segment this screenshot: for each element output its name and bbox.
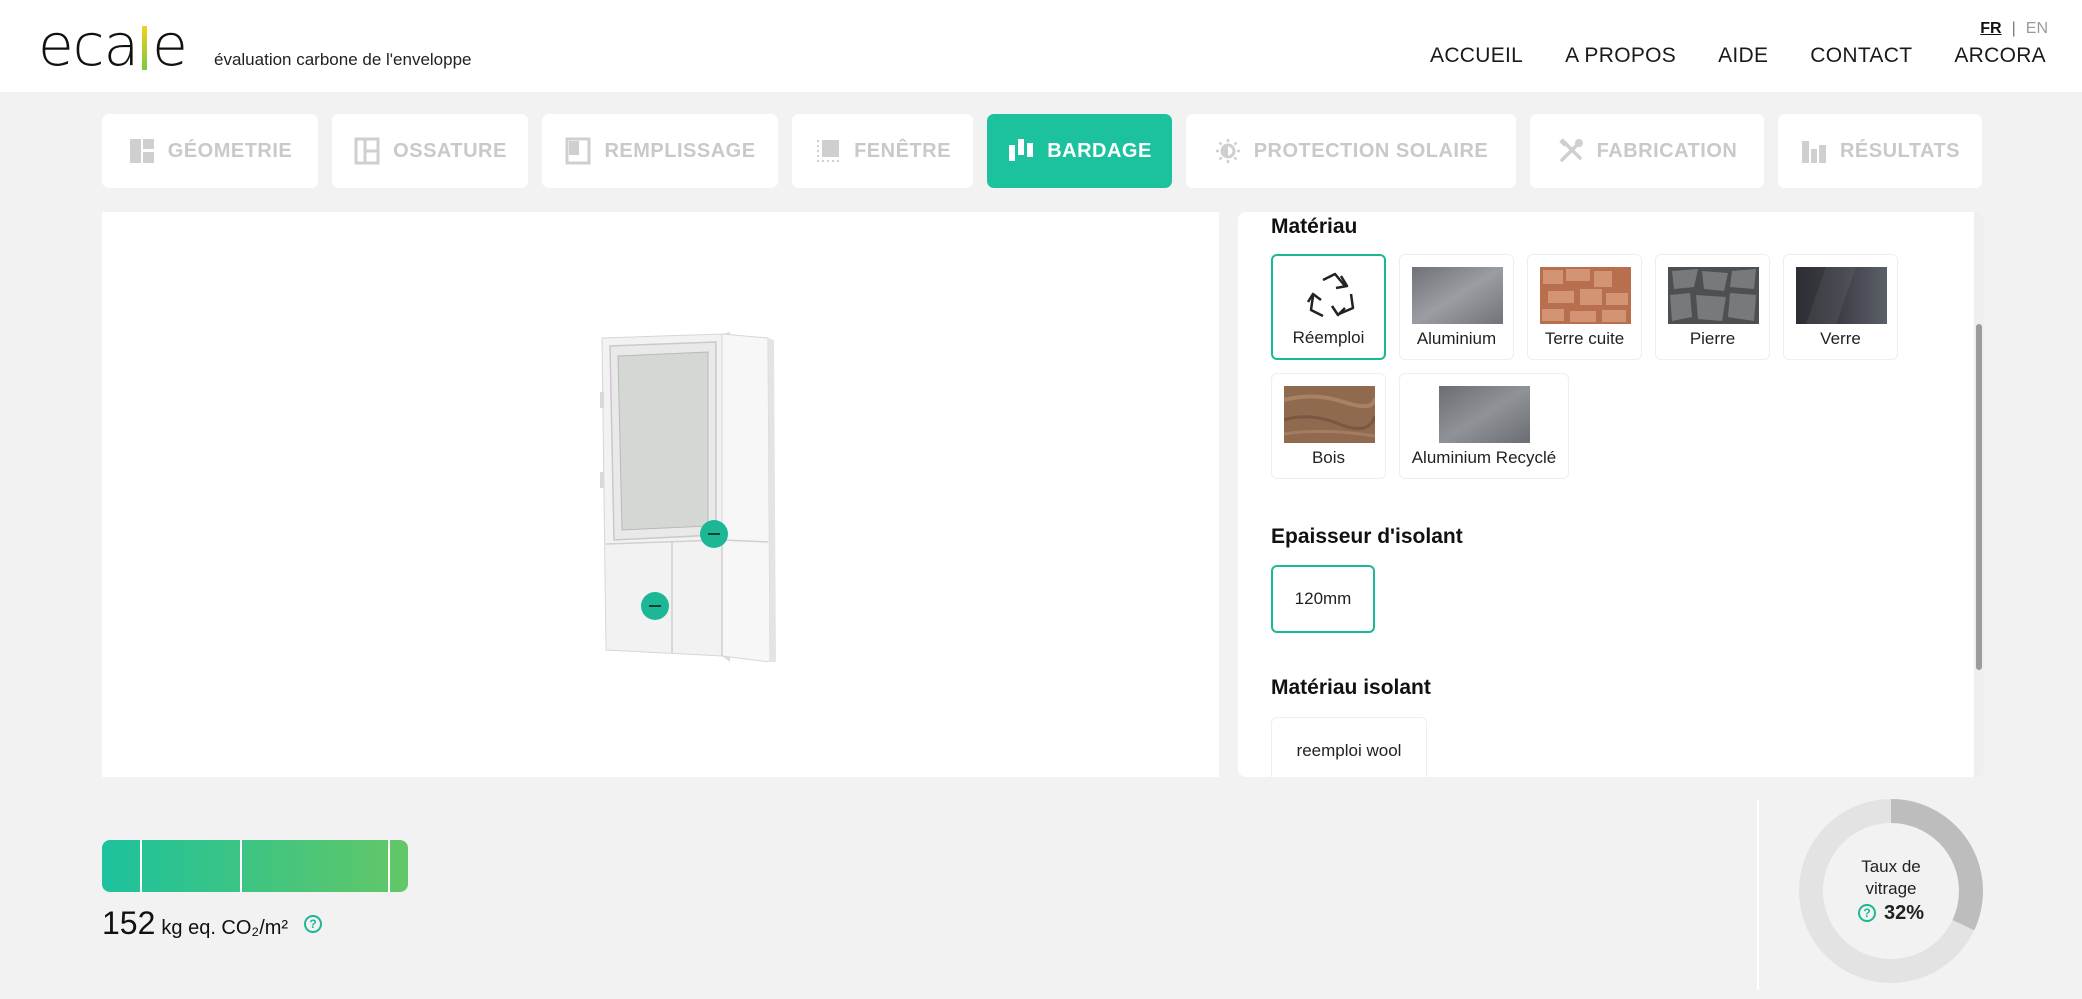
minus-handle-upper[interactable] xyxy=(700,520,728,548)
stone-texture xyxy=(1668,267,1759,324)
nav-accueil[interactable]: ACCUEIL xyxy=(1430,44,1523,68)
sun-protection-icon xyxy=(1215,139,1240,163)
lang-en[interactable]: EN xyxy=(2026,20,2048,38)
minus-handle-lower[interactable] xyxy=(641,592,669,620)
material-pierre[interactable]: Pierre xyxy=(1655,254,1770,360)
nav-a-propos[interactable]: A PROPOS xyxy=(1565,44,1676,68)
cladding-options-panel: Matériau Réemploi Aluminium Terre cuite … xyxy=(1238,212,1984,777)
tab-ossature[interactable]: OSSATURE xyxy=(332,114,528,188)
epaisseur-option-120mm[interactable]: 120mm xyxy=(1271,565,1375,633)
geometry-icon xyxy=(129,139,154,163)
material-bois[interactable]: Bois xyxy=(1271,373,1386,479)
isolant-option-reemploi-wool[interactable]: reemploi wool xyxy=(1271,717,1427,777)
wood-texture xyxy=(1284,386,1375,443)
panel-scrollbar[interactable] xyxy=(1974,212,1984,777)
tab-fabrication[interactable]: FABRICATION xyxy=(1530,114,1764,188)
carbon-gauge xyxy=(102,840,408,892)
carbon-unit: kg eq. CO₂/m² xyxy=(161,917,289,939)
carbon-value: 152 xyxy=(102,905,156,941)
step-tabs: GÉOMETRIE OSSATURE REMPLISSAGE FENÊTRE B… xyxy=(102,114,1982,188)
ecale-logo[interactable]: eca e xyxy=(38,14,188,74)
tab-resultats[interactable]: RÉSULTATS xyxy=(1778,114,1982,188)
terracotta-texture xyxy=(1540,267,1631,324)
facade-panel-model xyxy=(600,332,776,662)
vitrage-label: Taux de vitrage ? 32% xyxy=(1798,856,1984,924)
main-nav: ACCUEIL A PROPOS AIDE CONTACT ARCORA xyxy=(1430,44,2046,68)
tagline: évaluation carbone de l'enveloppe xyxy=(214,50,472,69)
bottom-divider xyxy=(1757,800,1759,990)
vitrage-value: 32% xyxy=(1883,902,1925,924)
frame-icon xyxy=(354,137,380,165)
lang-fr[interactable]: FR xyxy=(1980,20,2001,38)
tab-bardage[interactable]: BARDAGE xyxy=(987,114,1172,188)
cladding-icon xyxy=(1009,139,1034,161)
scrollbar-thumb[interactable] xyxy=(1976,324,1982,670)
language-switcher: FR | EN xyxy=(1980,20,2048,38)
epaisseur-title: Epaisseur d'isolant xyxy=(1271,525,1463,548)
help-icon[interactable]: ? xyxy=(304,915,323,933)
nav-arcora[interactable]: ARCORA xyxy=(1954,44,2046,68)
nav-contact[interactable]: CONTACT xyxy=(1810,44,1912,68)
tools-icon xyxy=(1558,138,1583,162)
tab-remplissage[interactable]: REMPLISSAGE xyxy=(542,114,778,188)
tab-fenetre[interactable]: FENÊTRE xyxy=(792,114,973,188)
materiau-title: Matériau xyxy=(1271,215,1358,238)
glass-texture xyxy=(1796,267,1887,324)
tab-geometrie[interactable]: GÉOMETRIE xyxy=(102,114,318,188)
tab-protection-solaire[interactable]: PROTECTION SOLAIRE xyxy=(1186,114,1516,188)
recycle-icon xyxy=(1306,272,1355,318)
material-aluminium-recycle[interactable]: Aluminium Recyclé xyxy=(1399,373,1569,479)
material-terre-cuite[interactable]: Terre cuite xyxy=(1527,254,1642,360)
nav-aide[interactable]: AIDE xyxy=(1718,44,1768,68)
lang-separator: | xyxy=(2011,20,2016,37)
bar-chart-icon xyxy=(1801,141,1826,163)
window-icon xyxy=(817,140,840,162)
aluminium-texture xyxy=(1412,267,1503,324)
vitrage-help-icon[interactable]: ? xyxy=(1857,904,1876,922)
facade-3d-viewer[interactable] xyxy=(102,212,1219,777)
material-aluminium[interactable]: Aluminium xyxy=(1399,254,1514,360)
recycled-aluminium-texture xyxy=(1439,386,1530,443)
header: eca e évaluation carbone de l'enveloppe F… xyxy=(0,0,2082,92)
material-reemploi[interactable]: Réemploi xyxy=(1271,254,1386,360)
material-verre[interactable]: Verre xyxy=(1783,254,1898,360)
isolant-title: Matériau isolant xyxy=(1271,676,1431,699)
infill-icon xyxy=(565,137,591,165)
carbon-result: 152 kg eq. CO₂/m² ? xyxy=(102,905,323,942)
